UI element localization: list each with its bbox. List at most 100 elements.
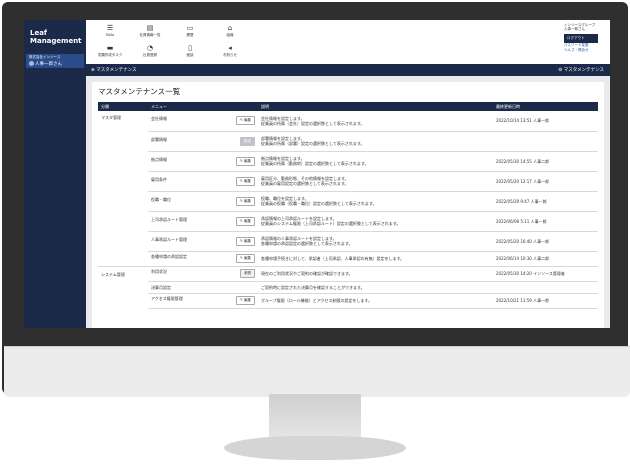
table-header: 分類 メニュー 説明 最終更新日時 [98, 102, 598, 111]
user-name: 人事一郎さん [35, 62, 62, 67]
description-cell: 部署情報を設定します。 従業員の所属（部署）設定の選択肢として表示されます。 [258, 131, 493, 152]
page-title: マスタメンテナンス一覧 [98, 87, 181, 96]
list-icon: ☰ [106, 24, 114, 32]
toolbar-interview[interactable]: ▯ 面談 [172, 43, 208, 63]
row-action-button[interactable]: ✎ 編集 [235, 196, 255, 206]
description-line1: 現在のご利用状況やご契約の確認が確認できます。 [261, 271, 353, 276]
menu-cell: 人事承認ルート管理 ✎ 編集 [148, 231, 258, 252]
row-action-button[interactable]: ✎ 編集 [235, 236, 255, 246]
row-action-button[interactable]: ✎ 編集 [235, 216, 255, 226]
user-org: 株式会社インソース [29, 55, 61, 59]
row-action-label: 参照 [244, 271, 251, 275]
updated-cell: 2022/05/30 14:20 インソース管理者 [493, 266, 598, 282]
menu-cell: 雇用条件 ✎ 編集 [148, 171, 258, 192]
row-action-button[interactable]: ✎ 編集 [235, 176, 255, 186]
updated-cell: 2022/05/29 9:47 人事一郎 [493, 191, 598, 212]
menu-name-link[interactable]: 会社情報 [151, 116, 167, 121]
row-action-label: 設定 [244, 138, 251, 143]
toolbar-notice[interactable]: ◂ お知らせ [212, 43, 248, 63]
app-logo[interactable]: Leaf Management [30, 29, 82, 45]
menu-name-link[interactable]: 部署情報 [151, 137, 167, 142]
toolbar-label: 履歴 [186, 33, 194, 37]
table-row: 雇用条件 ✎ 編集 雇用区分、勤務形態、その他情報を設定します。 従業員の雇用設定の選… [98, 171, 598, 192]
row-action-button[interactable]: ✎ 編集 [235, 296, 255, 305]
monitor-chin [4, 346, 630, 397]
section-title-left[interactable]: ⊕ マスタメンテナンス [91, 67, 136, 73]
updated-cell: 2022/10/21 11:59 人事一郎 [493, 293, 598, 309]
section-bar: ⊕ マスタメンテナンス ⚙ マスタメンテナンス [86, 64, 610, 76]
category-cell: システム管理 [98, 265, 148, 308]
updated-cell: 2022/06/08 5:11 人事一郎 [493, 211, 598, 232]
toolbar-label: 書類作成タスク [97, 53, 123, 57]
col-updated: 最終更新日時 [493, 102, 598, 111]
logo-line2: Management [30, 37, 82, 45]
menu-cell: 部署情報 設定 [148, 131, 258, 152]
header-user-name: 人事一郎さん [564, 27, 585, 31]
table-row: アクセス権限管理 ✎ 編集 グループ権限（ロール機能）とアクセス制限の設定をします。… [98, 293, 598, 309]
menu-name-link[interactable]: 利用状況 [151, 269, 167, 274]
logout-button[interactable]: ログアウト [564, 34, 598, 43]
description-cell: 各種申請手続きに対して、承認者（上司承認、人事承認の有無）設定をします。 [258, 251, 493, 267]
updated-cell: 2022/10/14 13:51 人事一郎 [493, 111, 598, 132]
updated-cell: 2022/06/14 10:30 人事二郎 [493, 251, 598, 267]
row-action-label: 編集 [244, 198, 251, 203]
user-icon [29, 61, 34, 66]
toolbar-organization[interactable]: ⌂ 組織 [212, 23, 248, 43]
toolbar-todo[interactable]: ☰ ToDo [92, 23, 128, 43]
menu-name-link[interactable]: 人事承認ルート管理 [151, 237, 187, 242]
description-cell: 拠点情報を設定します。 従業員の所属（勤務地）設定の選択肢として表示されます。 [258, 151, 493, 172]
description-line2: 従業員の雇用設定の選択肢として表示されます。 [261, 181, 349, 186]
description-line2: 従業員の所属（勤務地）設定の選択肢として表示されます。 [261, 161, 369, 166]
description-cell: 雇用区分、勤務形態、その他情報を設定します。 従業員の雇用設定の選択肢として表示さ… [258, 171, 493, 192]
row-action-label: 編集 [244, 238, 251, 243]
toolbar-label: お知らせ [223, 53, 237, 57]
row-action-button[interactable]: ✎ 編集 [235, 116, 255, 126]
row-action-button[interactable]: 設定 [240, 136, 255, 146]
menu-cell: 役職・職位 ✎ 編集 [148, 191, 258, 212]
description-line2: 従業員の役職（役職・職位）設定の選択肢として表示されます。 [261, 201, 377, 206]
document-icon: ▤ [146, 24, 154, 32]
updated-cell [493, 131, 598, 152]
description-line2: 従業員の所属（部署）設定の選択肢として表示されます。 [261, 141, 365, 146]
menu-name-link[interactable]: 上司承認ルート管理 [151, 217, 187, 222]
row-action-label: 編集 [244, 158, 251, 163]
menu-cell: アクセス権限管理 ✎ 編集 [148, 293, 258, 309]
description-line1: 各種申請手続きに対して、承認者（上司承認、人事承認の有無）設定をします。 [261, 256, 405, 261]
menu-name-link[interactable]: 役職・職位 [151, 197, 171, 202]
toolbar-employee-list[interactable]: ▤ 社員情報一覧 [132, 23, 168, 43]
toolbar-document-task[interactable]: ▬ 書類作成タスク [92, 43, 128, 63]
menu-name-link[interactable]: アクセス権限管理 [151, 296, 183, 301]
toolbar-employee-register[interactable]: ◔ 社員登録 [132, 43, 168, 63]
row-action-label: 編集 [244, 298, 251, 302]
row-action-label: 編集 [244, 178, 251, 183]
section-title-right[interactable]: ⚙ マスタメンテナンス [558, 67, 604, 73]
toolbar-label: 組織 [226, 33, 234, 37]
monitor-stand-neck [269, 394, 361, 440]
row-action-button[interactable]: ✎ 編集 [235, 156, 255, 166]
menu-cell: 決算月設定 [148, 281, 258, 294]
toolbar-history[interactable]: ▭ 履歴 [172, 23, 208, 43]
menu-name-link[interactable]: 各種申請の承認設定 [151, 254, 187, 259]
category-cell: マスタ管理 [101, 115, 121, 120]
monitor-frame: Leaf Management 株式会社インソース 人事一郎さん ☰ ToDo … [2, 2, 630, 397]
user-box[interactable]: 株式会社インソース 人事一郎さん [26, 54, 84, 68]
menu-name-link[interactable]: 雇用条件 [151, 177, 167, 182]
row-action-button[interactable]: ✎ 編集 [235, 254, 255, 263]
row-action-label: 編集 [244, 218, 251, 223]
description-cell: 会社情報を設定します。 従業員の所属（会社）設定の選択肢として表示されます。 [258, 111, 493, 132]
building-icon: ⌂ [227, 24, 233, 32]
description-cell: 承認情報の人事承認ルートを設定します。 各種申請の承認設定の選択肢として表示されま… [258, 231, 493, 252]
table-row: 各種申請の承認設定 ✎ 編集 各種申請手続きに対して、承認者（上司承認、人事承認の有… [98, 251, 598, 267]
menu-name-link[interactable]: 決算月設定 [151, 285, 171, 290]
section-left-label: マスタメンテナンス [96, 68, 137, 73]
table-row: マスタ管理 会社情報 ✎ 編集 会社情報を設定します。 従業員の所属（会社）設定の選択肢… [98, 111, 598, 132]
monitor-stand-base [224, 436, 406, 460]
toolbar-label: 社員登録 [143, 53, 157, 57]
help-link[interactable]: ヘルプ・問合せ [564, 48, 606, 53]
row-action-button[interactable]: 参照 [240, 269, 255, 278]
menu-cell: 利用状況 参照 [148, 266, 258, 282]
top-toolbar: ☰ ToDo ▤ 社員情報一覧 ▭ 履歴 ⌂ 組織 ▬ 書類作成タスク ◔ 社員… [86, 20, 610, 65]
table-row: システム管理 利用状況 参照 現在のご利用状況やご契約の確認が確認できます。 2022/… [98, 265, 598, 308]
menu-name-link[interactable]: 拠点情報 [151, 157, 167, 162]
header-account: インソースグループ 人事一郎さん ログアウト パスワード変更 ヘルプ・問合せ [564, 23, 606, 53]
